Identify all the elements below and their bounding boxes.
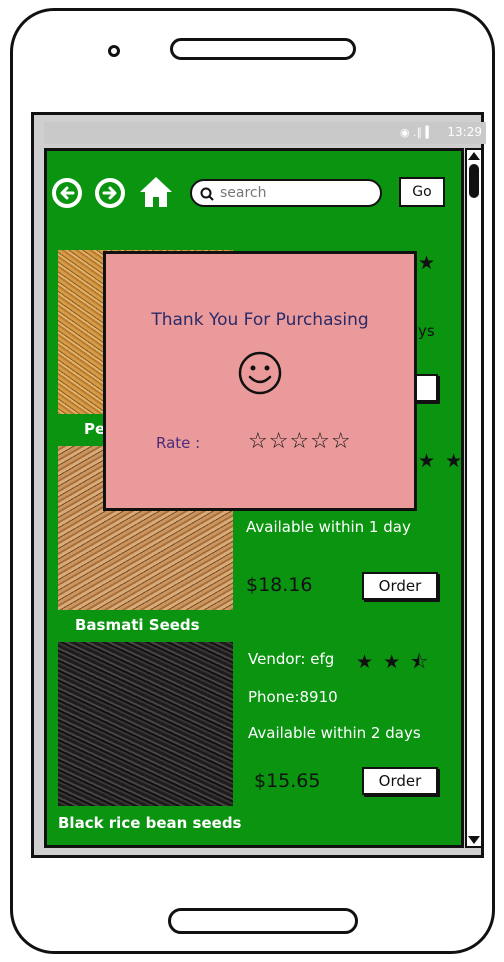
home-nav-button[interactable] bbox=[138, 175, 174, 209]
product-image-black-rice[interactable] bbox=[58, 642, 233, 806]
scroll-up-arrow-icon[interactable] bbox=[468, 152, 480, 160]
search-icon bbox=[200, 187, 214, 201]
rate-stars-input[interactable]: ☆☆☆☆☆ bbox=[248, 429, 352, 454]
forward-button[interactable] bbox=[95, 178, 125, 208]
search-input[interactable]: search bbox=[190, 179, 382, 207]
order-button[interactable]: Order bbox=[362, 572, 438, 600]
product-name: Black rice bean seeds bbox=[58, 814, 242, 832]
smiley-face-icon bbox=[238, 351, 282, 395]
back-button[interactable] bbox=[52, 178, 82, 208]
availability-text: ys bbox=[418, 322, 435, 340]
purchase-confirmation-modal: Thank You For Purchasing Rate : ☆☆☆☆☆ bbox=[103, 251, 417, 511]
home-button[interactable] bbox=[168, 908, 358, 934]
order-button[interactable]: Order bbox=[362, 767, 438, 795]
modal-title: Thank You For Purchasing bbox=[151, 310, 369, 330]
status-icons: ◉ .∥ ▍ bbox=[399, 126, 434, 139]
product-name: Basmati Seeds bbox=[75, 616, 200, 634]
status-time: 13:29 bbox=[447, 125, 482, 139]
price-text: $18.16 bbox=[246, 574, 313, 596]
home-icon bbox=[140, 177, 172, 207]
scroll-down-arrow-icon[interactable] bbox=[468, 836, 480, 844]
go-button[interactable]: Go bbox=[399, 177, 445, 207]
forward-arrow-icon bbox=[99, 182, 121, 204]
price-text: $15.65 bbox=[254, 770, 321, 792]
vendor-rating-stars: ★ ★ ⯪ bbox=[356, 651, 431, 673]
availability-text: Available within 1 day bbox=[246, 518, 411, 536]
back-arrow-icon bbox=[56, 182, 78, 204]
scroll-thumb[interactable] bbox=[469, 164, 479, 198]
status-bar: ◉ .∥ ▍ 13:29 bbox=[44, 122, 486, 144]
vendor-text: Vendor: efg bbox=[248, 650, 335, 668]
vendor-rating-stars: ★ bbox=[418, 252, 438, 274]
product-name: Pe bbox=[84, 420, 106, 438]
phone-text: Phone:8910 bbox=[248, 688, 338, 706]
speaker-slot bbox=[170, 38, 356, 60]
rate-label: Rate : bbox=[156, 434, 201, 452]
scrollbar[interactable] bbox=[465, 148, 483, 848]
vendor-rating-stars: ★ ★ bbox=[418, 450, 465, 472]
camera-icon bbox=[108, 45, 120, 57]
search-placeholder: search bbox=[220, 185, 267, 201]
availability-text: Available within 2 days bbox=[248, 724, 421, 742]
